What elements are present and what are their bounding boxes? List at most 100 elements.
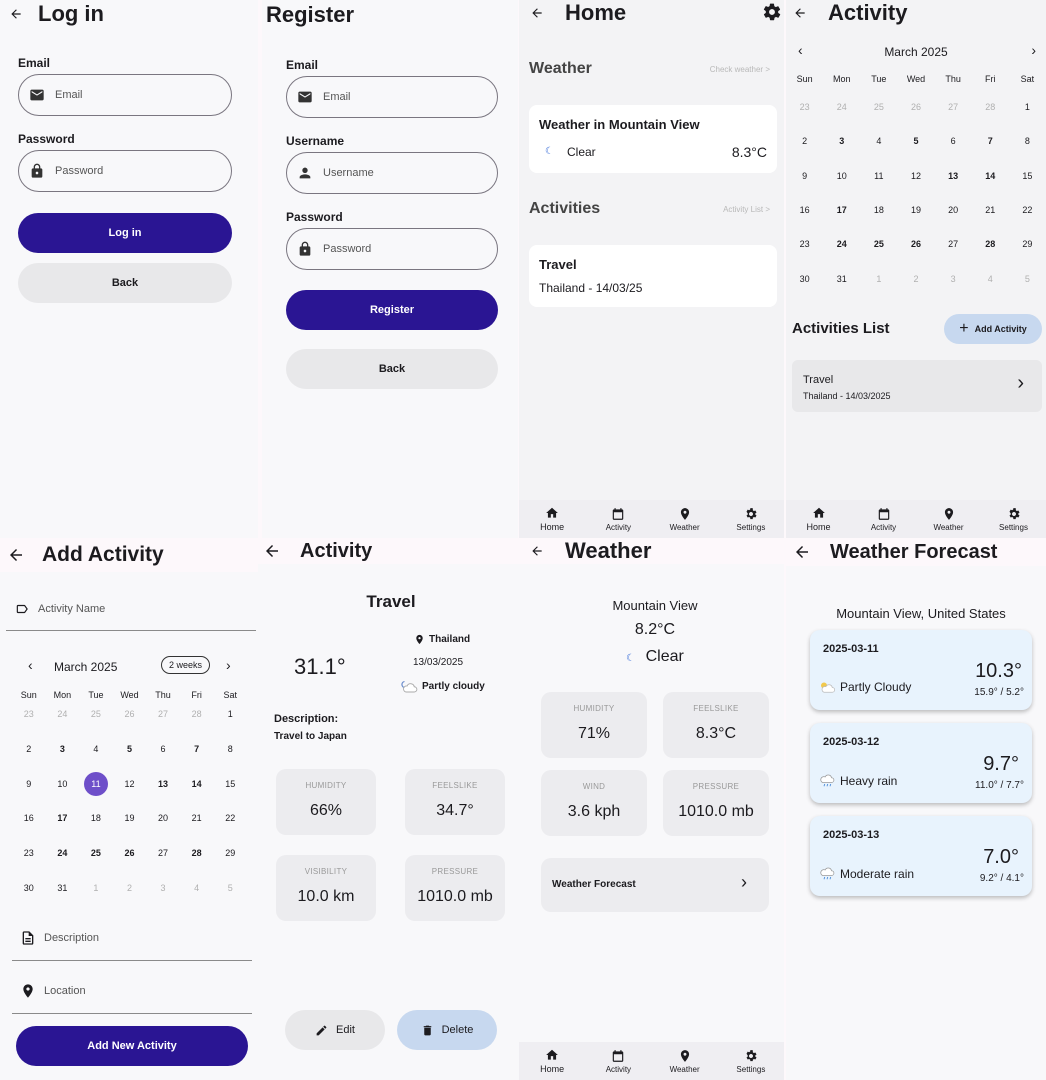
calendar-day[interactable]: 26 (897, 227, 934, 261)
calendar-day[interactable]: 27 (146, 697, 180, 732)
calendar-day[interactable]: 15 (213, 766, 247, 801)
calendar-day[interactable]: 8 (1009, 124, 1046, 158)
back-arrow-icon[interactable] (786, 0, 814, 27)
calendar-day[interactable]: 31 (46, 870, 80, 905)
activity-name-field[interactable]: Activity Name (14, 602, 105, 616)
calendar-day[interactable]: 9 (786, 159, 823, 193)
back-arrow-icon[interactable] (258, 538, 286, 565)
calendar-day[interactable]: 13 (146, 766, 180, 801)
calendar-day[interactable]: 27 (935, 90, 972, 124)
weather-forecast-link[interactable]: Weather Forecast › (541, 858, 769, 912)
calendar-day[interactable]: 2 (897, 262, 934, 296)
calendar-day[interactable]: 6 (146, 732, 180, 767)
password-field[interactable]: Password (286, 228, 498, 270)
back-button[interactable]: Back (286, 349, 498, 389)
calendar-day[interactable]: 7 (972, 124, 1009, 158)
nav-weather[interactable]: Weather (919, 507, 979, 532)
back-arrow-icon[interactable] (2, 541, 30, 569)
calendar-day[interactable]: 21 (972, 193, 1009, 227)
calendar-day[interactable]: 25 (860, 227, 897, 261)
calendar-day[interactable]: 4 (972, 262, 1009, 296)
calendar-day[interactable]: 22 (213, 801, 247, 836)
weather-card[interactable]: Weather in Mountain View ☾ Clear 8.3°C (529, 105, 777, 173)
back-arrow-icon[interactable] (523, 538, 551, 565)
calendar-day[interactable]: 1 (860, 262, 897, 296)
calendar-day[interactable]: 7 (180, 732, 214, 767)
add-activity-button[interactable]: + Add Activity (944, 314, 1042, 344)
calendar-day[interactable]: 16 (12, 801, 46, 836)
nav-weather[interactable]: Weather (655, 1049, 715, 1074)
delete-button[interactable]: Delete (397, 1010, 497, 1050)
calendar-day[interactable]: 23 (12, 697, 46, 732)
calendar-day[interactable]: 27 (146, 836, 180, 871)
settings-gear-icon[interactable] (762, 2, 782, 27)
calendar-day[interactable]: 16 (786, 193, 823, 227)
edit-button[interactable]: Edit (285, 1010, 385, 1050)
calendar-day[interactable]: 28 (180, 836, 214, 871)
calendar-day[interactable]: 1 (213, 697, 247, 732)
login-button[interactable]: Log in (18, 213, 232, 253)
calendar-day[interactable]: 1 (1009, 90, 1046, 124)
calendar-day[interactable]: 25 (79, 836, 113, 871)
calendar-day[interactable]: 25 (860, 90, 897, 124)
calendar-day[interactable]: 17 (46, 801, 80, 836)
calendar-day[interactable]: 12 (897, 159, 934, 193)
calendar-day[interactable]: 5 (113, 732, 147, 767)
calendar-day[interactable]: 24 (823, 90, 860, 124)
calendar-day[interactable]: 4 (860, 124, 897, 158)
calendar-day[interactable]: 5 (1009, 262, 1046, 296)
calendar-day[interactable]: 10 (46, 766, 80, 801)
back-arrow-icon[interactable] (2, 0, 30, 28)
calendar-day[interactable]: 24 (46, 836, 80, 871)
add-new-activity-button[interactable]: Add New Activity (16, 1026, 248, 1066)
calendar-day[interactable]: 13 (935, 159, 972, 193)
description-field[interactable]: Description (20, 930, 99, 946)
nav-activity[interactable]: Activity (588, 1049, 648, 1074)
calendar-day[interactable]: 3 (146, 870, 180, 905)
nav-settings[interactable]: Settings (721, 507, 781, 532)
calendar-day[interactable]: 9 (12, 766, 46, 801)
calendar-day[interactable]: 8 (213, 732, 247, 767)
calendar-day[interactable]: 2 (786, 124, 823, 158)
nav-activity[interactable]: Activity (854, 507, 914, 532)
calendar-day[interactable]: 2 (113, 870, 147, 905)
calendar-day[interactable]: 21 (180, 801, 214, 836)
back-button[interactable]: Back (18, 263, 232, 303)
calendar-day[interactable]: 23 (786, 90, 823, 124)
calendar-day[interactable]: 28 (972, 90, 1009, 124)
calendar-day[interactable]: 11 (83, 771, 108, 796)
calendar-day[interactable]: 11 (860, 159, 897, 193)
email-field[interactable]: Email (286, 76, 498, 118)
calendar-day[interactable]: 10 (823, 159, 860, 193)
email-field[interactable]: Email (18, 74, 232, 116)
calendar-day[interactable]: 5 (897, 124, 934, 158)
calendar-day[interactable]: 3 (823, 124, 860, 158)
register-button[interactable]: Register (286, 290, 498, 330)
back-arrow-icon[interactable] (788, 538, 816, 566)
prev-month-icon[interactable]: ‹ (28, 657, 33, 673)
next-month-icon[interactable]: › (1031, 42, 1036, 58)
activity-card[interactable]: Travel Thailand - 14/03/25 (529, 245, 777, 307)
calendar-day[interactable]: 18 (79, 801, 113, 836)
nav-home[interactable]: Home (522, 506, 582, 532)
calendar-day[interactable]: 28 (180, 697, 214, 732)
calendar-day[interactable]: 30 (786, 262, 823, 296)
nav-home[interactable]: Home (522, 1048, 582, 1074)
calendar-day[interactable]: 19 (113, 801, 147, 836)
next-month-icon[interactable]: › (226, 657, 231, 673)
calendar-day[interactable]: 4 (180, 870, 214, 905)
calendar-day[interactable]: 23 (786, 227, 823, 261)
calendar-day[interactable]: 14 (180, 766, 214, 801)
calendar-day[interactable]: 20 (146, 801, 180, 836)
calendar-day[interactable]: 3 (935, 262, 972, 296)
calendar-day[interactable]: 24 (823, 227, 860, 261)
calendar-day[interactable]: 27 (935, 227, 972, 261)
calendar-day[interactable]: 15 (1009, 159, 1046, 193)
username-field[interactable]: Username (286, 152, 498, 194)
nav-settings[interactable]: Settings (721, 1049, 781, 1074)
check-weather-link[interactable]: Check weather > (710, 65, 770, 74)
calendar-day[interactable]: 4 (79, 732, 113, 767)
calendar-day[interactable]: 26 (113, 836, 147, 871)
calendar-day[interactable]: 14 (972, 159, 1009, 193)
calendar-day[interactable]: 23 (12, 836, 46, 871)
